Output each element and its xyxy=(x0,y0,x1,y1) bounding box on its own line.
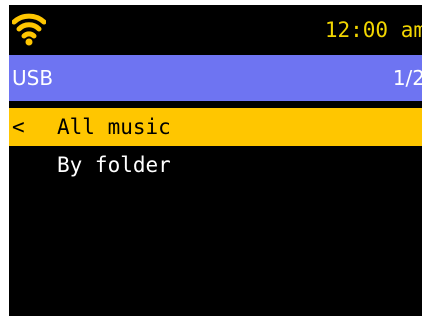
menu-item-all-music[interactable]: < All music xyxy=(9,108,422,146)
status-bar: 12:00 am xyxy=(9,5,422,55)
device-frame: 12:00 am USB 1/2 < All music By folder xyxy=(0,0,422,321)
title-bar: USB 1/2 xyxy=(9,55,422,101)
clock: 12:00 am xyxy=(324,18,422,42)
back-arrow-indicator[interactable]: < xyxy=(12,108,25,146)
menu-list: < All music By folder xyxy=(9,108,422,184)
page-indicator: 1/2 xyxy=(392,66,422,90)
menu-item-label: By folder xyxy=(57,153,171,177)
menu-item-label: All music xyxy=(57,115,171,139)
display-screen: 12:00 am USB 1/2 < All music By folder xyxy=(9,5,422,316)
menu-item-by-folder[interactable]: By folder xyxy=(9,146,422,184)
wifi-icon xyxy=(12,13,46,46)
page-title: USB xyxy=(12,66,54,90)
